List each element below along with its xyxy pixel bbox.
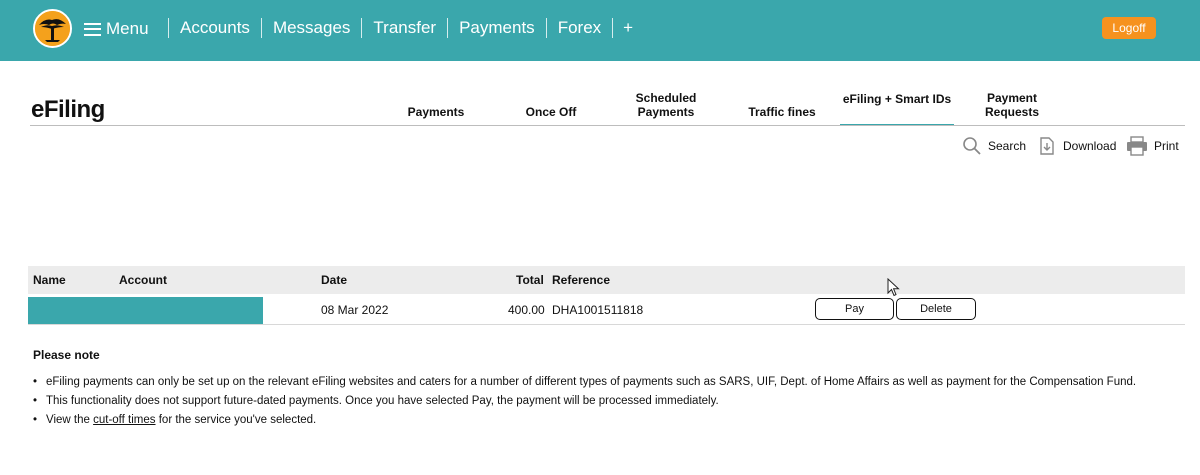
top-nav-bar: Menu Accounts Messages Transfer Payments… — [0, 0, 1200, 61]
print-tool[interactable]: Print — [1126, 136, 1179, 156]
nav-accounts[interactable]: Accounts — [168, 18, 261, 38]
table-header: Name Account Date Total Reference — [28, 266, 1185, 294]
bank-logo-icon[interactable] — [33, 9, 72, 48]
download-tool[interactable]: Download — [1037, 136, 1116, 156]
pay-button[interactable]: Pay — [815, 298, 894, 320]
row-reference: DHA1001511818 — [552, 303, 644, 317]
hamburger-icon — [84, 22, 101, 36]
menu-button[interactable]: Menu — [84, 18, 149, 40]
nav-messages[interactable]: Messages — [260, 18, 361, 38]
tabs-divider — [30, 125, 1185, 126]
delete-button[interactable]: Delete — [896, 298, 976, 320]
col-reference: Reference — [552, 273, 611, 287]
logoff-button[interactable]: Logoff — [1102, 17, 1156, 39]
tab-scheduled-payments[interactable]: Scheduled Payments — [626, 91, 706, 119]
col-account: Account — [119, 273, 167, 287]
table-row: 08 Mar 2022 400.00 DHA1001511818 Pay Del… — [28, 295, 1185, 325]
notes-list: eFiling payments can only be set up on t… — [33, 376, 1153, 433]
note-item: View the cut-off times for the service y… — [33, 414, 1153, 426]
col-total: Total — [516, 273, 544, 287]
print-label: Print — [1154, 139, 1179, 153]
print-icon — [1127, 136, 1147, 156]
mouse-pointer-icon — [887, 278, 900, 297]
search-label: Search — [988, 139, 1027, 153]
search-tool[interactable]: Search — [962, 136, 1026, 156]
notes-heading: Please note — [33, 348, 100, 362]
download-label: Download — [1063, 139, 1117, 153]
search-icon — [963, 137, 981, 155]
nav-transfer[interactable]: Transfer — [361, 18, 447, 38]
cut-off-times-link[interactable]: cut-off times — [93, 414, 155, 426]
tab-efiling-smart-ids[interactable]: eFiling + Smart IDs — [840, 92, 954, 126]
note-item: This functionality does not support futu… — [33, 395, 1153, 407]
nav-payments[interactable]: Payments — [447, 18, 546, 38]
page-title: eFiling — [31, 96, 105, 123]
nav-forex[interactable]: Forex — [545, 18, 612, 38]
tab-payment-requests[interactable]: Payment Requests — [972, 91, 1052, 119]
download-icon — [1040, 137, 1054, 155]
note-suffix: for the service you've selected. — [155, 414, 317, 426]
name-account-cell-redacted — [28, 297, 263, 324]
nav-add-shortcut[interactable]: + — [612, 18, 643, 38]
col-date: Date — [321, 273, 348, 287]
row-total: 400.00 — [508, 303, 545, 317]
note-item: eFiling payments can only be set up on t… — [33, 376, 1153, 388]
tab-payments[interactable]: Payments — [396, 105, 476, 119]
main-nav: Accounts Messages Transfer Payments Fore… — [168, 17, 643, 39]
col-name: Name — [33, 273, 66, 287]
row-date: 08 Mar 2022 — [321, 303, 389, 317]
tab-traffic-fines[interactable]: Traffic fines — [740, 105, 824, 119]
tab-once-off[interactable]: Once Off — [511, 105, 591, 119]
menu-label: Menu — [106, 19, 149, 38]
note-prefix: View the — [46, 414, 94, 426]
